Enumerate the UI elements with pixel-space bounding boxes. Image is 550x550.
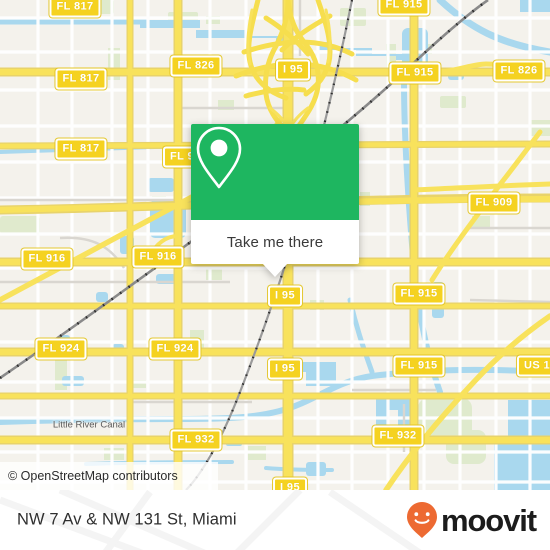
road-shield: FL 826 [170, 55, 222, 77]
moovit-wordmark: moovit [440, 502, 537, 538]
map-pin-icon [196, 126, 242, 189]
road-shield: I 95 [268, 358, 302, 380]
road-shield: FL 916 [21, 248, 73, 270]
map-canvas[interactable]: FL 817 FL 826 FL 915 FL 915 FL 826 FL 817 I 95… [0, 0, 550, 490]
take-me-there-button[interactable]: Take me there [191, 220, 359, 264]
road-shield: FL 826 [493, 60, 545, 82]
road-shield: US 1 [516, 355, 550, 377]
road-shield: FL 817 [49, 0, 101, 18]
road-shield: FL 817 [55, 138, 107, 160]
road-shield: FL 916 [132, 246, 184, 268]
moovit-logo[interactable]: moovit [405, 501, 537, 539]
callout-image-area [191, 124, 359, 220]
road-shield: FL 909 [468, 192, 520, 214]
road-shield: FL 915 [389, 62, 441, 84]
callout-tail [262, 263, 288, 277]
osm-attribution-text: © OpenStreetMap contributors [8, 469, 178, 483]
road-shield: FL 915 [378, 0, 430, 16]
road-shield: FL 915 [393, 283, 445, 305]
road-shield: FL 817 [55, 68, 107, 90]
road-shield: FL 924 [35, 338, 87, 360]
destination-callout[interactable]: Take me there [191, 124, 359, 277]
road-shield: FL 924 [149, 338, 201, 360]
road-shield: FL 915 [393, 355, 445, 377]
road-shield: I 95 [273, 477, 307, 490]
road-shield: I 95 [268, 285, 302, 307]
location-title: NW 7 Av & NW 131 St, Miami [17, 510, 237, 529]
moovit-pin-icon [406, 502, 437, 538]
road-shield: FL 932 [170, 429, 222, 451]
footer-bar: NW 7 Av & NW 131 St, Miami moovit [0, 490, 550, 550]
osm-attribution[interactable]: © OpenStreetMap contributors [0, 462, 218, 490]
take-me-there-label: Take me there [226, 233, 324, 251]
moovit-map-screenshot: FL 817 FL 826 FL 915 FL 915 FL 826 FL 817 I 95… [0, 0, 550, 550]
road-shield: I 95 [276, 59, 310, 81]
water-label: Little River Canal [52, 419, 126, 431]
road-shield: FL 932 [372, 425, 424, 447]
